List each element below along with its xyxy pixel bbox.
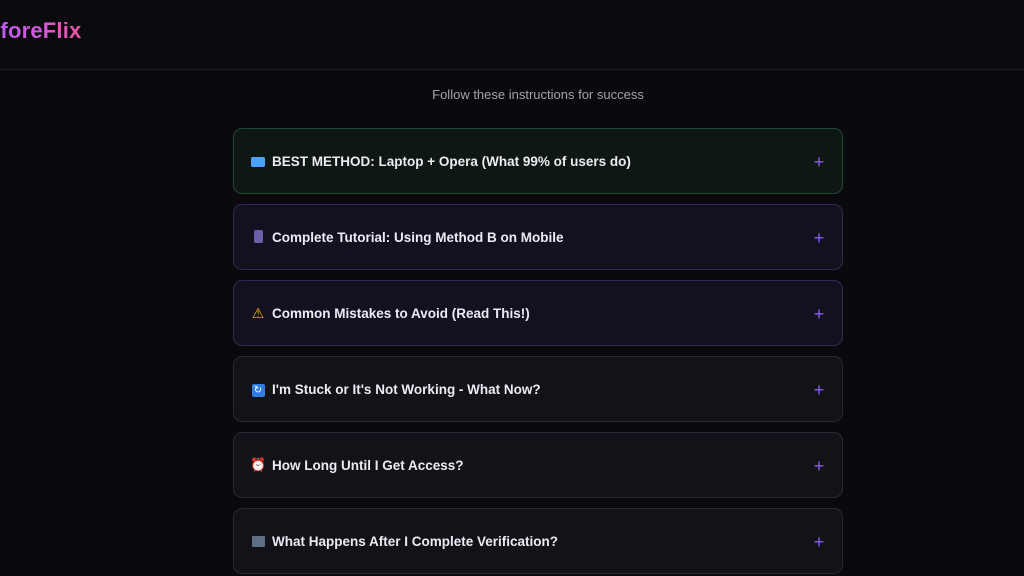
clapperboard-icon [250,533,266,549]
alarm-clock-icon: ⏰ [250,457,267,472]
faq-question: BEST METHOD: Laptop + Opera (What 99% of… [272,154,631,169]
faq-item-common-mistakes[interactable]: ⚠ Common Mistakes to Avoid (Read This!) … [233,280,843,346]
faq-question: How Long Until I Get Access? [272,458,464,473]
faq-item-best-method[interactable]: BEST METHOD: Laptop + Opera (What 99% of… [233,128,843,194]
refresh-icon: ↻ [250,381,266,397]
plus-icon[interactable]: + [812,381,826,399]
warning-icon: ⚠ [251,305,265,321]
page-subtitle: Follow these instructions for success [432,87,644,102]
mobile-phone-icon [250,229,266,245]
faq-question: I'm Stuck or It's Not Working - What Now… [272,382,541,397]
faq-item-access-time[interactable]: ⏰ How Long Until I Get Access? + [233,432,843,498]
faq-item-after-verification[interactable]: What Happens After I Complete Verificati… [233,508,843,574]
laptop-icon [250,153,266,169]
plus-icon[interactable]: + [812,229,826,247]
faq-question: What Happens After I Complete Verificati… [272,534,559,549]
faq-question: Common Mistakes to Avoid (Read This!) [272,306,530,321]
faq-item-stuck[interactable]: ↻ I'm Stuck or It's Not Working - What N… [233,356,843,422]
plus-icon[interactable]: + [812,533,826,551]
site-logo[interactable]: eforeFlix [0,18,82,44]
top-bar: eforeFlix [0,0,1024,70]
plus-icon[interactable]: + [812,153,826,171]
faq-item-mobile-tutorial[interactable]: Complete Tutorial: Using Method B on Mob… [233,204,843,270]
plus-icon[interactable]: + [812,457,826,475]
faq-question: Complete Tutorial: Using Method B on Mob… [272,230,564,245]
plus-icon[interactable]: + [812,305,826,323]
